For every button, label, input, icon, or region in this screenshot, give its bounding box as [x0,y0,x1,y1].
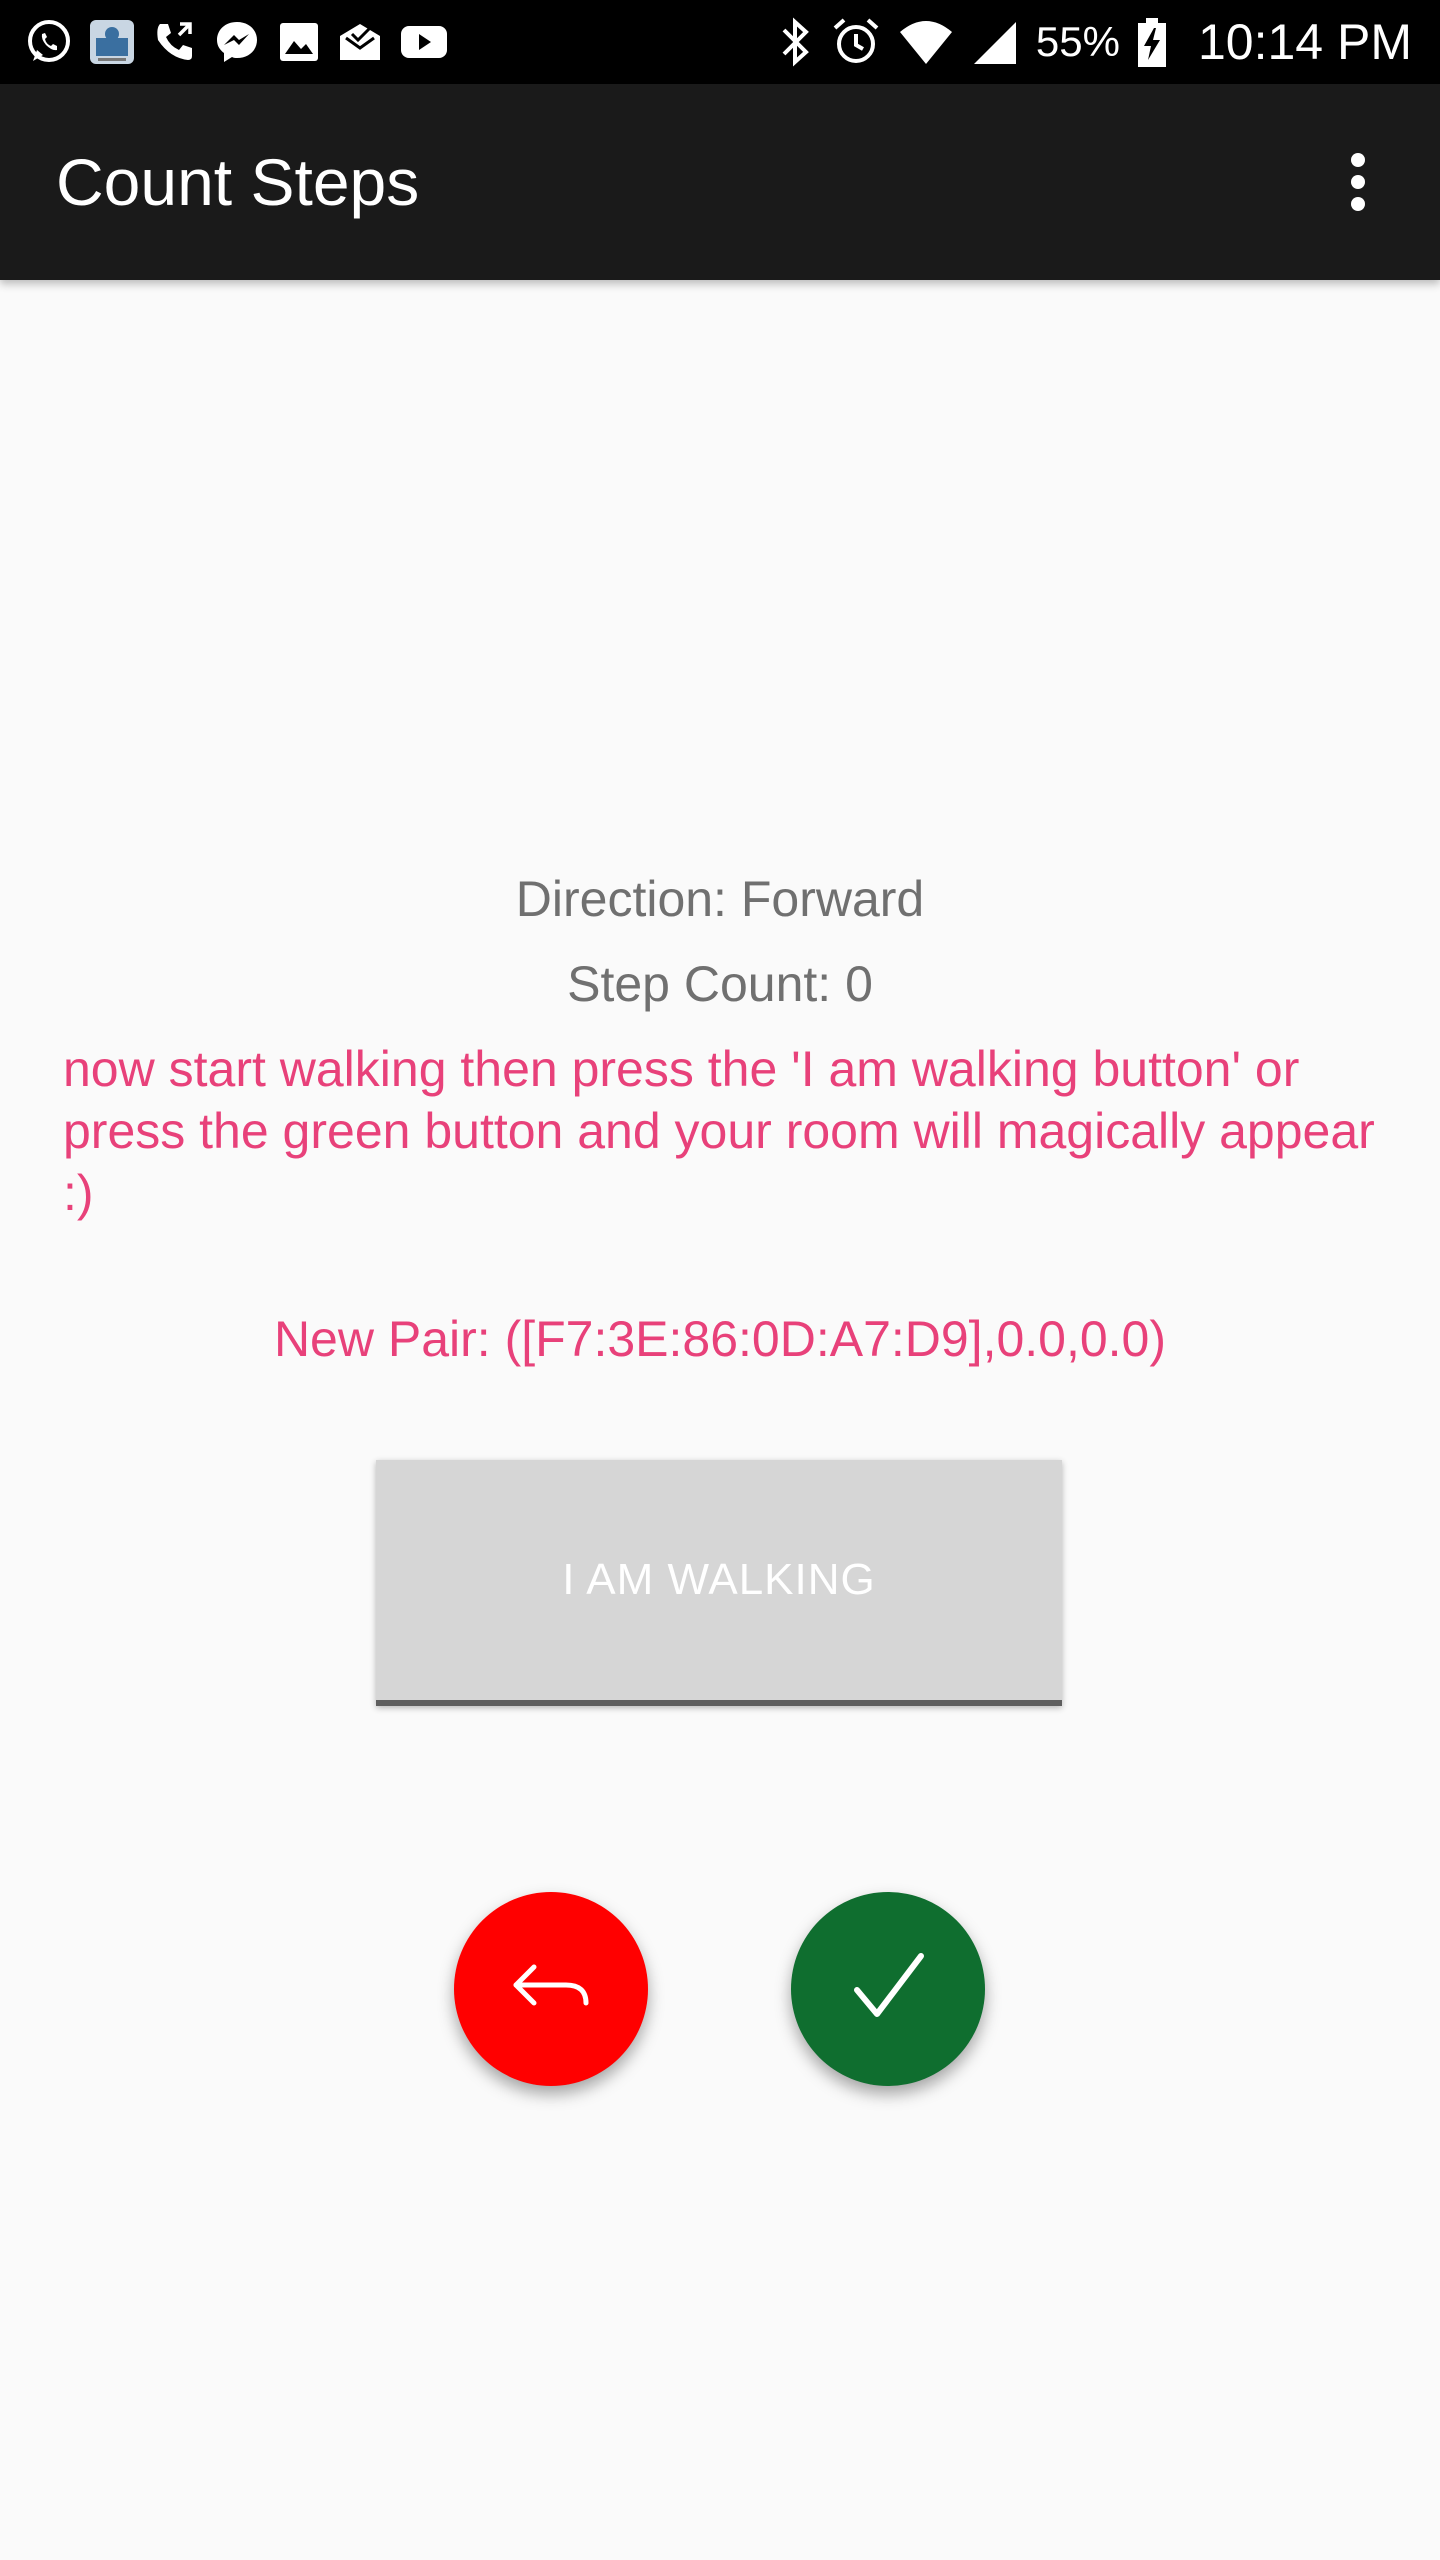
signal-icon [970,18,1018,66]
checkmark-icon [843,1942,933,2037]
confirm-fab[interactable] [791,1892,985,2086]
app-title: Count Steps [56,145,420,219]
system-status: 55% 10:14 PM [778,8,1412,76]
gallery-icon [276,19,322,65]
messenger-icon [212,17,262,67]
more-vert-icon[interactable] [1308,132,1408,232]
back-fab[interactable] [454,1892,648,2086]
youtube-icon [398,18,450,66]
direction-label: Direction: Forward [515,871,925,927]
alarm-icon [830,16,882,68]
app-thumbnail-icon [88,18,136,66]
battery-percent: 55% [1035,18,1120,65]
mail-icon [336,18,384,66]
clock: 10:14 PM [1197,14,1412,70]
new-pair-label: New Pair: ([F7:3E:86:0D:A7:D9],0.0,0.0) [273,1311,1167,1367]
status-bar: 55% 10:14 PM [0,0,1440,84]
notification-icons [24,16,450,68]
bluetooth-icon [778,16,814,68]
wifi-icon [898,18,954,66]
app-bar: Count Steps [0,84,1440,280]
i-am-walking-button[interactable]: I AM WALKING [376,1460,1062,1706]
phone-call-icon [150,18,198,66]
reply-arrow-icon [506,1957,596,2022]
instruction-text: now start walking then press the 'I am w… [63,1041,1375,1221]
whatsapp-icon [24,17,74,67]
step-count-label: Step Count: 0 [567,956,873,1012]
battery-icon [1136,16,1168,68]
